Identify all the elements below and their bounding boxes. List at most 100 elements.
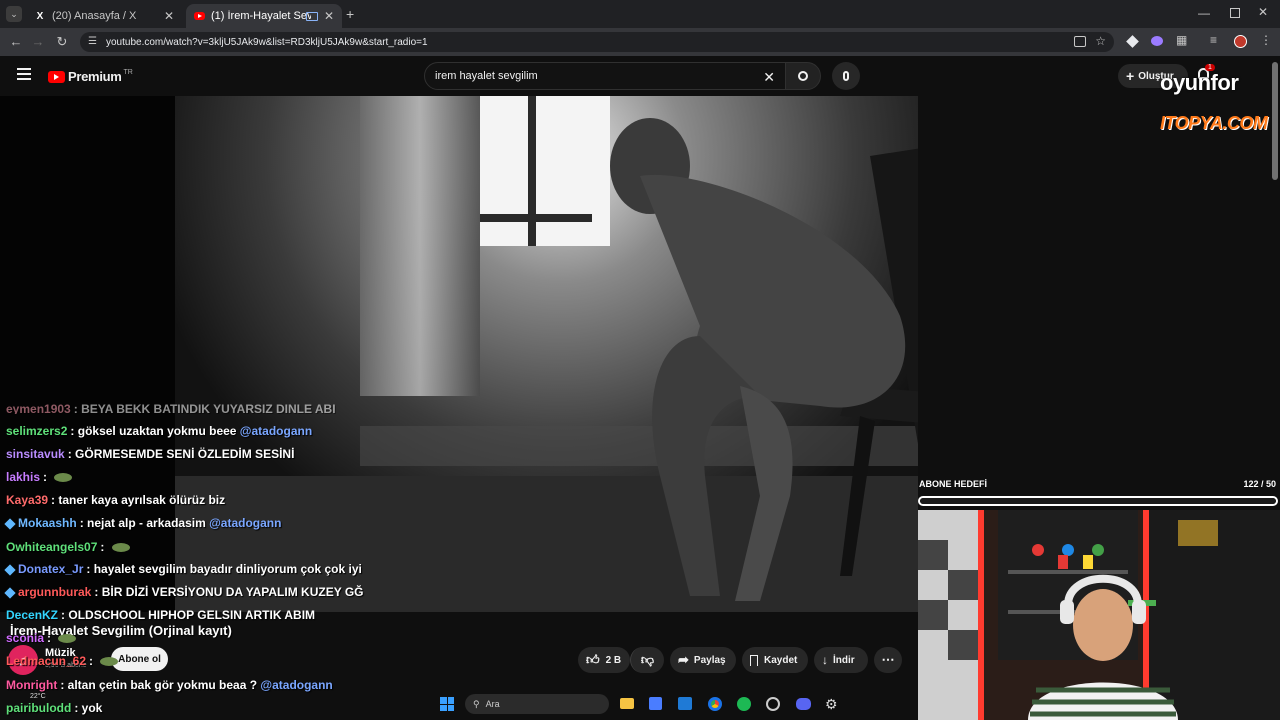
- more-actions-button[interactable]: ⋯: [874, 647, 902, 673]
- chat-text: göksel uzaktan yokmu beee: [77, 424, 237, 438]
- reload-button[interactable]: ↻: [54, 34, 70, 50]
- like-button[interactable]: 👍︎ 2 B: [578, 647, 630, 673]
- search-query: irem hayalet sevgilim: [435, 70, 538, 82]
- chat-separator: :: [79, 516, 88, 530]
- more-dots-icon: ⋯: [881, 652, 895, 667]
- brand-label: Premium: [68, 69, 122, 84]
- plus-icon: +: [1126, 68, 1135, 84]
- x-icon: X: [36, 10, 44, 22]
- clear-search-icon[interactable]: ✕: [763, 69, 775, 86]
- save-button[interactable]: Kaydet: [742, 647, 808, 673]
- extension-icon[interactable]: [1151, 36, 1163, 46]
- chat-badge-icon: [4, 564, 16, 576]
- chat-username: Ledmacun_62: [6, 654, 87, 668]
- close-icon[interactable]: ✕: [164, 9, 174, 23]
- bookmark-icon: [750, 654, 758, 666]
- chrome-icon[interactable]: [708, 697, 722, 711]
- share-button[interactable]: ➦ Paylaş: [670, 647, 736, 673]
- chat-mention: @atadogann: [205, 516, 282, 530]
- discord-icon[interactable]: [796, 698, 811, 710]
- start-button[interactable]: [440, 697, 454, 711]
- search-button[interactable]: [785, 62, 821, 90]
- chat-separator: :: [100, 540, 108, 554]
- app-icon[interactable]: [766, 697, 780, 711]
- new-tab-button[interactable]: +: [346, 6, 354, 22]
- microphone-icon: [843, 71, 849, 81]
- chat-separator: :: [86, 562, 94, 576]
- goal-progress-fill: [920, 498, 1276, 504]
- chat-separator: :: [73, 402, 82, 414]
- audio-icon: [306, 12, 318, 21]
- settings-icon[interactable]: ⚙: [825, 696, 838, 713]
- address-bar[interactable]: ☰ youtube.com/watch?v=3kljU5JAk9w&list=R…: [80, 32, 1114, 52]
- chat-message: Donatex_Jr: hayalet sevgilim bayadır din…: [4, 562, 362, 576]
- chat-emote-icon: [100, 657, 119, 667]
- chat-separator: :: [67, 447, 76, 461]
- chat-text: BEYA BEKK BATINDIK YUYARSIZ DINLE ABI: [81, 402, 336, 414]
- back-button[interactable]: ←: [8, 34, 24, 49]
- search-icon: ⚲: [473, 698, 480, 709]
- video-player[interactable]: [0, 96, 918, 612]
- dislike-button[interactable]: 👎︎: [630, 647, 664, 673]
- chat-username: Owhiteangels07: [6, 540, 98, 554]
- download-button[interactable]: ↓ İndir: [814, 647, 868, 673]
- chat-emote-icon: [111, 543, 130, 553]
- maximize-button[interactable]: [1230, 8, 1240, 18]
- page-scrollbar[interactable]: [1272, 62, 1278, 180]
- chat-username: Mokaashh: [18, 516, 77, 530]
- site-info-icon[interactable]: ☰: [88, 36, 97, 47]
- forward-button[interactable]: →: [30, 34, 46, 49]
- youtube-play-icon: [48, 70, 65, 83]
- chat-separator: :: [89, 654, 97, 668]
- mail-icon[interactable]: [678, 697, 692, 710]
- chat-text: BİR DİZİ VERSİYONU DA YAPALIM KUZEY GĞ: [101, 585, 364, 599]
- store-icon[interactable]: [649, 697, 662, 710]
- thumbs-up-icon: 👍︎: [586, 652, 600, 667]
- youtube-logo[interactable]: Premium TR: [48, 69, 133, 84]
- country-code: TR: [123, 69, 133, 76]
- file-explorer-icon[interactable]: [620, 698, 634, 709]
- search-input[interactable]: irem hayalet sevgilim ✕: [424, 62, 786, 90]
- chat-username: eymen1903: [6, 402, 71, 414]
- chat-text: nejat alp - arkadasim: [87, 516, 206, 530]
- tab-x[interactable]: X (20) Anasayfa / X ✕: [26, 4, 182, 28]
- chat-message: Ledmacun_62:: [6, 654, 119, 668]
- tab-search-button[interactable]: ⌄: [6, 6, 22, 22]
- chat-message: Mokaashh: nejat alp - arkadasim @atadoga…: [4, 516, 282, 530]
- chat-text: yok: [81, 701, 103, 715]
- goal-count: 122 / 50: [1243, 479, 1276, 489]
- close-window-button[interactable]: ✕: [1258, 5, 1268, 19]
- chat-separator: :: [60, 678, 68, 692]
- chat-emote-icon: [58, 634, 77, 644]
- install-icon[interactable]: [1074, 36, 1086, 47]
- extensions-puzzle-icon[interactable]: ▦: [1176, 33, 1187, 47]
- chat-username: Monright: [6, 678, 58, 692]
- spotify-icon[interactable]: [737, 697, 751, 711]
- chat-username: DecenKZ: [6, 608, 59, 622]
- browser-menu-icon[interactable]: ⋮: [1260, 33, 1272, 47]
- share-arrow-icon: ➦: [678, 652, 689, 667]
- chevron-down-icon: ⌄: [10, 8, 18, 19]
- streamer-webcam: [918, 510, 1280, 720]
- taskbar-search[interactable]: ⚲ Ara: [465, 694, 609, 714]
- chat-mention: @atadogann: [257, 678, 333, 692]
- webcam-image: [918, 510, 1280, 720]
- minimize-button[interactable]: —: [1198, 6, 1210, 20]
- reading-list-icon[interactable]: ≡: [1210, 33, 1217, 47]
- goal-label: ABONE HEDEFİ: [919, 479, 988, 489]
- chat-username: selimzers2: [6, 424, 68, 438]
- weather-widget[interactable]: 22°C: [30, 693, 46, 700]
- chat-mention: @atadogann: [236, 424, 313, 438]
- chat-message: Monright: altan çetin bak gör yokmu beaa…: [6, 678, 333, 692]
- bookmark-star-icon[interactable]: ☆: [1095, 34, 1106, 48]
- profile-avatar[interactable]: [1234, 35, 1247, 48]
- voice-search-button[interactable]: [832, 62, 860, 90]
- tab-youtube[interactable]: (1) İrem-Hayalet Sevgilim ( ✕: [186, 4, 342, 28]
- chat-username: Donatex_Jr: [18, 562, 84, 576]
- close-icon[interactable]: ✕: [324, 9, 334, 23]
- hamburger-menu-icon[interactable]: [17, 68, 31, 80]
- subscribe-button[interactable]: Abone ol: [111, 647, 168, 671]
- chat-separator: :: [70, 424, 78, 438]
- chat-message: argunnburak: BİR DİZİ VERSİYONU DA YAPAL…: [4, 585, 364, 599]
- chat-separator: :: [74, 701, 82, 715]
